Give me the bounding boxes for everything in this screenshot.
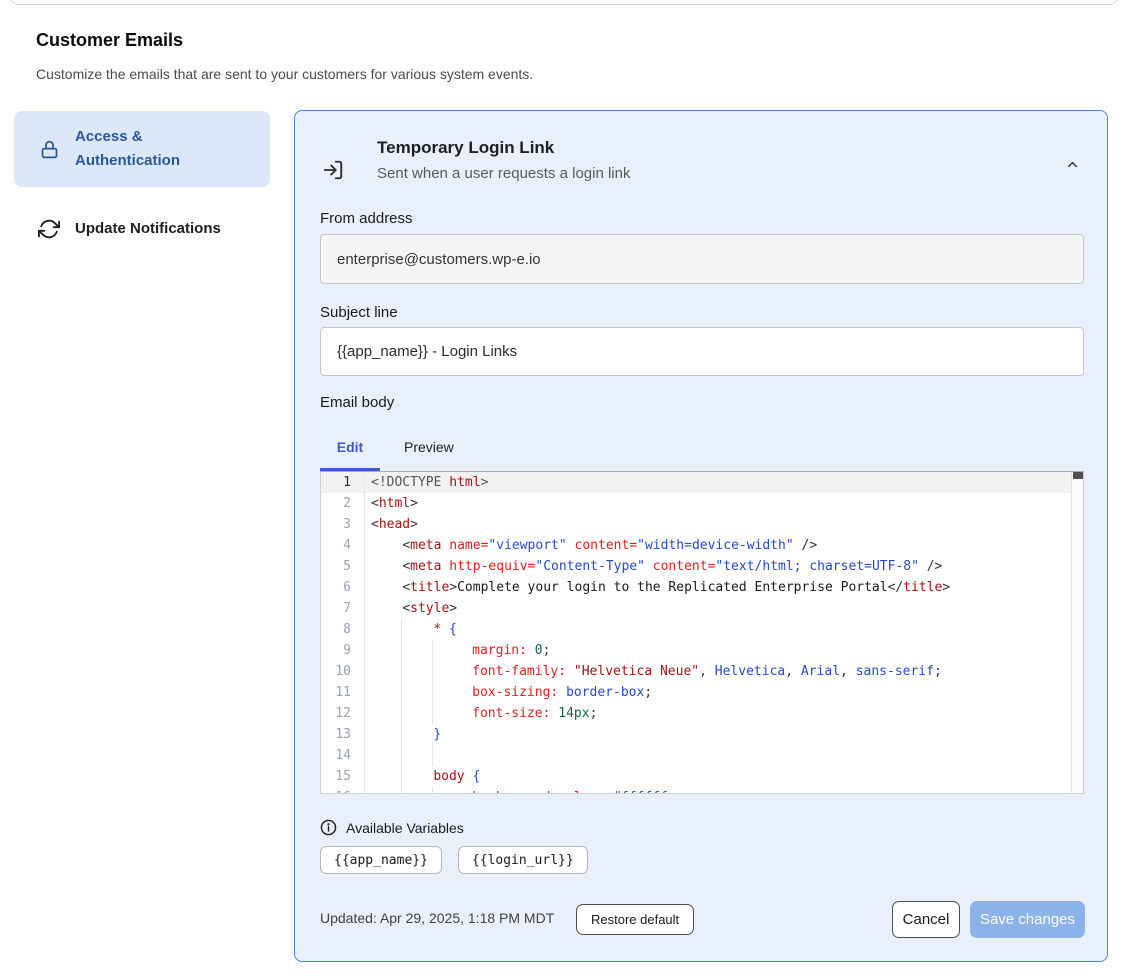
tab-preview[interactable]: Preview xyxy=(404,433,454,471)
code-line: 9 margin: 0; xyxy=(321,640,1083,661)
from-address-input[interactable] xyxy=(320,234,1084,284)
editor-scrollbar-thumb[interactable] xyxy=(1073,472,1083,479)
indent-guide xyxy=(402,745,433,766)
updated-timestamp: Updated: Apr 29, 2025, 1:18 PM MDT xyxy=(320,910,554,926)
sidebar-item-update-notifications[interactable]: Update Notifications xyxy=(14,205,270,253)
chevron-up-icon xyxy=(1065,157,1080,172)
line-number: 8 xyxy=(321,619,365,640)
variable-chips: {{app_name}} {{login_url}} xyxy=(320,846,588,874)
code-line: 16 background-color: #ffffff; xyxy=(321,787,1083,794)
line-number: 14 xyxy=(321,745,365,766)
code-line: 5 <meta http-equiv="Content-Type" conten… xyxy=(321,556,1083,577)
line-number: 1 xyxy=(321,472,365,493)
subject-line-input[interactable] xyxy=(320,327,1084,376)
panel-subtitle: Sent when a user requests a login link xyxy=(377,165,630,182)
code-line: 3<head> xyxy=(321,514,1083,535)
code-line: 12 font-size: 14px; xyxy=(321,703,1083,724)
code-line: 6 <title>Complete your login to the Repl… xyxy=(321,577,1083,598)
editor-scrollbar[interactable] xyxy=(1071,472,1083,793)
line-number: 9 xyxy=(321,640,365,661)
save-changes-button[interactable]: Save changes xyxy=(970,901,1085,938)
line-number: 13 xyxy=(321,724,365,745)
tab-edit[interactable]: Edit xyxy=(320,433,380,471)
variable-chip[interactable]: {{login_url}} xyxy=(458,846,588,874)
email-body-tabs: Edit Preview xyxy=(320,433,454,471)
available-variables-header: Available Variables xyxy=(320,819,464,836)
temporary-login-link-card: Temporary Login Link Sent when a user re… xyxy=(294,110,1108,962)
code-line: 15 body { xyxy=(321,766,1083,787)
code-line: 7 <style> xyxy=(321,598,1083,619)
line-number: 7 xyxy=(321,598,365,619)
code-line: 11 box-sizing: border-box; xyxy=(321,682,1083,703)
info-icon xyxy=(320,819,337,836)
restore-default-button[interactable]: Restore default xyxy=(576,904,694,935)
cancel-button[interactable]: Cancel xyxy=(892,901,960,938)
line-number: 3 xyxy=(321,514,365,535)
variable-chip[interactable]: {{app_name}} xyxy=(320,846,442,874)
code-line: 2<html> xyxy=(321,493,1083,514)
code-line: 1<!DOCTYPE html> xyxy=(321,472,1083,493)
indent-guide xyxy=(371,745,402,766)
line-number: 12 xyxy=(321,703,365,724)
subject-line-label: Subject line xyxy=(320,304,398,321)
line-number: 4 xyxy=(321,535,365,556)
refresh-icon xyxy=(38,218,60,240)
indent-guide xyxy=(371,787,402,794)
indent-guide xyxy=(402,661,433,682)
line-number: 6 xyxy=(321,577,365,598)
code-line: 10 font-family: "Helvetica Neue", Helvet… xyxy=(321,661,1083,682)
code-line: 8 * { xyxy=(321,619,1083,640)
sidebar-item-access-authentication[interactable]: Access & Authentication xyxy=(14,111,270,187)
code-line: 4 <meta name="viewport" content="width=d… xyxy=(321,535,1083,556)
indent-guide xyxy=(371,682,402,703)
indent-guide xyxy=(371,619,402,640)
from-address-label: From address xyxy=(320,210,413,227)
indent-guide xyxy=(402,682,433,703)
indent-guide xyxy=(402,640,433,661)
indent-guide xyxy=(371,724,402,745)
indent-guide xyxy=(371,640,402,661)
sidebar-item-label: Update Notifications xyxy=(75,217,221,241)
panel-title: Temporary Login Link xyxy=(377,138,554,158)
customer-emails-page: Customer Emails Customize the emails tha… xyxy=(0,0,1128,980)
login-icon xyxy=(322,159,344,181)
previous-card-bottom-edge xyxy=(10,0,1118,5)
page-subtitle: Customize the emails that are sent to yo… xyxy=(36,66,533,82)
available-variables-label: Available Variables xyxy=(346,820,464,836)
sidebar-item-label: Access & Authentication xyxy=(75,125,225,173)
line-number: 11 xyxy=(321,682,365,703)
line-number: 15 xyxy=(321,766,365,787)
email-body-label: Email body xyxy=(320,394,394,411)
indent-guide xyxy=(402,787,433,794)
code-line: 13 } xyxy=(321,724,1083,745)
code-line: 14 xyxy=(321,745,1083,766)
line-number: 10 xyxy=(321,661,365,682)
page-title: Customer Emails xyxy=(36,30,183,51)
code-editor[interactable]: 1<!DOCTYPE html>2<html>3<head>4 <meta na… xyxy=(320,471,1084,794)
indent-guide xyxy=(371,766,402,787)
indent-guide xyxy=(402,703,433,724)
indent-guide xyxy=(371,661,402,682)
indent-guide xyxy=(371,703,402,724)
collapse-button[interactable] xyxy=(1060,152,1084,176)
lock-icon xyxy=(38,138,60,160)
line-number: 2 xyxy=(321,493,365,514)
line-number: 5 xyxy=(321,556,365,577)
line-number: 16 xyxy=(321,787,365,794)
